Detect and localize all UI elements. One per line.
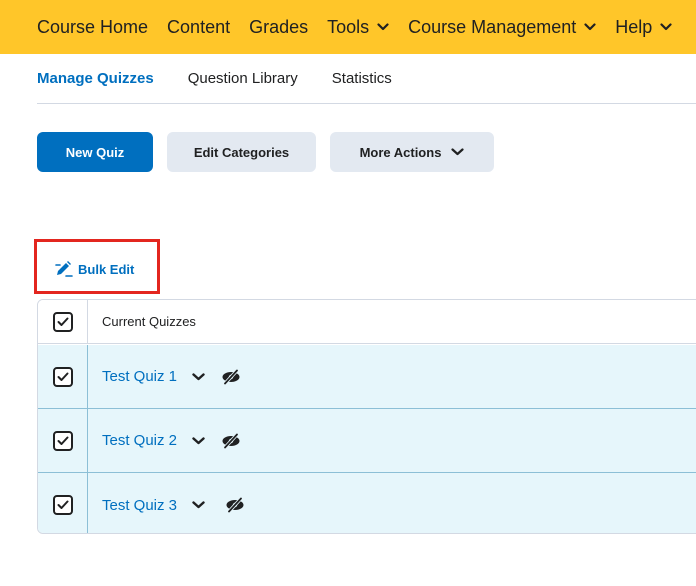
tab-manage-quizzes-label: Manage Quizzes <box>37 70 154 87</box>
tab-statistics[interactable]: Statistics <box>332 54 392 104</box>
more-actions-button[interactable]: More Actions <box>330 132 494 172</box>
nav-course-management[interactable]: Course Management <box>408 17 596 38</box>
quiz-link[interactable]: Test Quiz 2 <box>102 432 177 449</box>
bulk-edit-label: Bulk Edit <box>78 261 135 277</box>
bulk-edit-button[interactable]: Bulk Edit <box>55 258 134 280</box>
new-quiz-label: New Quiz <box>65 144 125 160</box>
current-quizzes-header: Current Quizzes <box>102 314 196 329</box>
header-check-cell <box>38 300 88 343</box>
chevron-down-icon[interactable] <box>192 372 205 381</box>
hidden-eye-icon <box>221 368 241 385</box>
edit-categories-label: Edit Categories <box>193 144 290 160</box>
nav-tools-label: Tools <box>327 16 370 37</box>
tab-question-library[interactable]: Question Library <box>188 54 298 104</box>
nav-tools[interactable]: Tools <box>327 17 389 38</box>
quizzes-table: Current Quizzes Test Quiz 1 Test Quiz 2 … <box>37 299 696 534</box>
row-title-cell: Test Quiz 1 <box>88 345 696 408</box>
course-navbar: Course Home Content Grades Tools Course … <box>0 0 696 54</box>
quiz-link[interactable]: Test Quiz 1 <box>102 368 177 385</box>
row-checkbox[interactable] <box>52 430 73 451</box>
hidden-eye-icon <box>221 432 241 449</box>
nav-content[interactable]: Content <box>167 17 230 38</box>
table-row: Test Quiz 1 <box>38 345 696 409</box>
nav-help-label: Help <box>615 16 653 37</box>
row-checkbox[interactable] <box>52 495 73 515</box>
chevron-down-icon[interactable] <box>192 436 205 445</box>
table-row: Test Quiz 2 <box>38 409 696 473</box>
row-title-cell: Test Quiz 2 <box>88 409 696 472</box>
header-title-cell: Current Quizzes <box>88 300 696 343</box>
table-row: Test Quiz 3 <box>38 473 696 533</box>
nav-course-home-label: Course Home <box>37 16 149 37</box>
nav-help[interactable]: Help <box>615 17 672 38</box>
row-title-cell: Test Quiz 3 <box>88 473 696 533</box>
more-actions-label: More Actions <box>359 144 442 160</box>
pencil-edit-icon <box>55 261 73 277</box>
row-check-cell <box>38 345 88 408</box>
chevron-down-icon <box>584 23 596 31</box>
quiz-link[interactable]: Test Quiz 3 <box>102 497 177 514</box>
table-header-row: Current Quizzes <box>38 300 696 344</box>
nav-grades[interactable]: Grades <box>249 17 308 38</box>
quiz-tabs: Manage Quizzes Question Library Statisti… <box>37 54 696 104</box>
new-quiz-button[interactable]: New Quiz <box>37 132 153 172</box>
tab-manage-quizzes[interactable]: Manage Quizzes <box>37 54 154 104</box>
nav-course-home[interactable]: Course Home <box>37 17 148 38</box>
row-checkbox[interactable] <box>52 366 73 387</box>
nav-grades-label: Grades <box>249 16 309 37</box>
select-all-checkbox[interactable] <box>52 311 73 332</box>
nav-course-management-label: Course Management <box>408 16 577 37</box>
chevron-down-icon[interactable] <box>192 501 205 509</box>
edit-categories-button[interactable]: Edit Categories <box>167 132 316 172</box>
row-check-cell <box>38 473 88 533</box>
chevron-down-icon <box>377 23 389 31</box>
row-check-cell <box>38 409 88 472</box>
chevron-down-icon <box>451 148 465 156</box>
tab-question-library-label: Question Library <box>187 70 298 87</box>
nav-content-label: Content <box>167 16 231 37</box>
tab-statistics-label: Statistics <box>331 70 392 87</box>
hidden-eye-icon <box>225 497 245 513</box>
chevron-down-icon <box>660 23 672 31</box>
